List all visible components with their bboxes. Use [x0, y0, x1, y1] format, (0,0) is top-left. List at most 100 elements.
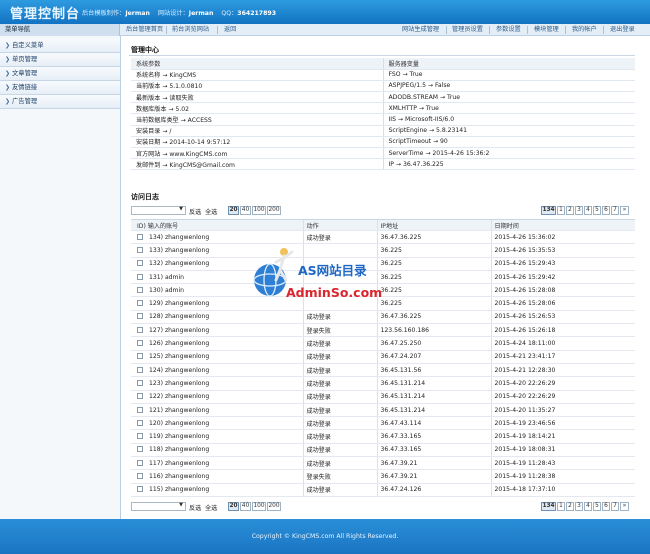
- nav-link-admin-settings[interactable]: 管理员设置: [452, 24, 483, 36]
- watermark-text-top: AS网站目录: [298, 263, 367, 278]
- row-checkbox[interactable]: [137, 246, 143, 253]
- row-checkbox[interactable]: [137, 379, 143, 386]
- sidebar-item-ads[interactable]: ❯ 广告管理: [0, 95, 120, 109]
- page-button[interactable]: 2: [566, 206, 574, 215]
- page-button[interactable]: 6: [602, 206, 610, 215]
- row-checkbox[interactable]: [137, 446, 143, 453]
- batch-action-select[interactable]: ▼: [131, 206, 186, 215]
- table-row: 115) zhangwenlong 成功登录 36.47.24.126 2015-4-…: [131, 483, 635, 497]
- page-size-button[interactable]: 40: [240, 502, 251, 511]
- sidebar-item-custom-menu[interactable]: ❯ 自定义菜单: [0, 39, 120, 53]
- table-row: 123) zhangwenlong 成功登录 36.45.131.214 2015-4…: [131, 376, 635, 391]
- row-checkbox[interactable]: [137, 353, 143, 360]
- sidebar-item-links[interactable]: ❯ 友情链接: [0, 81, 120, 95]
- page-button[interactable]: 4: [584, 502, 592, 511]
- row-checkbox[interactable]: [137, 233, 143, 240]
- log-account: 117) zhangwenlong: [149, 459, 210, 467]
- dropdown-arrow-icon: ▼: [179, 206, 183, 212]
- log-account: 134) zhangwenlong: [149, 233, 210, 241]
- page-size-button[interactable]: 100: [252, 502, 266, 511]
- nav-link-logout[interactable]: 退出登录: [610, 24, 635, 36]
- page-button[interactable]: 3: [575, 502, 583, 511]
- table-row: 125) zhangwenlong 成功登录 36.47.24.207 2015-4-…: [131, 350, 635, 364]
- table-row: 121) zhangwenlong 成功登录 36.45.131.214 2015-4…: [131, 403, 635, 418]
- nav-link-parameters[interactable]: 参数设置: [496, 24, 521, 36]
- select-all-link[interactable]: 全选: [205, 207, 217, 216]
- nav-link-browse-site[interactable]: 前台浏览网站: [172, 24, 209, 36]
- chevron-right-icon: ❯: [5, 42, 11, 49]
- row-checkbox[interactable]: [137, 406, 143, 413]
- next-page-button[interactable]: »: [620, 502, 629, 511]
- page-button[interactable]: 7: [611, 502, 619, 511]
- chevron-right-icon: ❯: [5, 84, 11, 91]
- row-checkbox[interactable]: [137, 366, 143, 373]
- nav-link-admin-home[interactable]: 后台管理首页: [126, 24, 163, 36]
- log-action: 成功登录: [302, 363, 377, 378]
- next-page-button[interactable]: »: [620, 206, 629, 215]
- row-checkbox[interactable]: [137, 340, 143, 347]
- log-action: 成功登录: [302, 390, 377, 404]
- table-header-row: ID) 输入的账号 动作 IP地址 日期时间: [131, 219, 635, 231]
- page-size-button[interactable]: 100: [252, 206, 266, 215]
- page-size-button[interactable]: 20: [228, 502, 239, 511]
- sidebar-item-pages[interactable]: ❯ 单页管理: [0, 53, 120, 67]
- page-button[interactable]: 7: [611, 206, 619, 215]
- nav-link-my-account[interactable]: 我的帐户: [572, 24, 597, 36]
- server-var: FSO → True: [382, 69, 635, 81]
- row-checkbox[interactable]: [137, 260, 143, 267]
- log-ip: 36.45.131.56: [376, 363, 491, 378]
- nav-link-back[interactable]: 返回: [224, 24, 236, 36]
- log-ip: 36.45.131.214: [376, 376, 491, 391]
- row-checkbox[interactable]: [137, 486, 143, 493]
- table-row: 119) zhangwenlong 成功登录 36.47.33.165 2015-4-…: [131, 429, 635, 444]
- page-button[interactable]: 6: [602, 502, 610, 511]
- page-size-button[interactable]: 20: [228, 206, 239, 215]
- log-datetime: 2015-4-18 17:37:10: [490, 483, 635, 497]
- batch-action-select[interactable]: ▼: [131, 502, 186, 511]
- row-checkbox[interactable]: [137, 433, 143, 440]
- row-checkbox[interactable]: [137, 300, 143, 307]
- page-button[interactable]: 4: [584, 206, 592, 215]
- row-checkbox[interactable]: [137, 273, 143, 280]
- copyright-text: Copyright © KingCMS.com All Rights Reser…: [251, 533, 399, 540]
- chevron-right-icon: ❯: [5, 70, 11, 77]
- log-datetime: 2015-4-20 22:26:29: [490, 390, 635, 404]
- page-button[interactable]: 3: [575, 206, 583, 215]
- row-checkbox[interactable]: [137, 472, 143, 479]
- page-button[interactable]: 2: [566, 502, 574, 511]
- invert-selection-link[interactable]: 反选: [189, 503, 201, 512]
- select-all-link[interactable]: 全选: [205, 503, 217, 512]
- page-size-button[interactable]: 40: [240, 206, 251, 215]
- info-row: 官方网站 → www.KingCMS.com ServerTime → 2015-…: [131, 147, 635, 160]
- page-size-button[interactable]: 200: [267, 502, 281, 511]
- row-checkbox[interactable]: [137, 419, 143, 426]
- invert-selection-link[interactable]: 反选: [189, 207, 201, 216]
- column-header: IP地址: [376, 219, 491, 231]
- row-checkbox[interactable]: [137, 459, 143, 466]
- row-checkbox[interactable]: [137, 313, 143, 320]
- row-checkbox[interactable]: [137, 286, 143, 293]
- page-button[interactable]: 1: [557, 502, 565, 511]
- top-header: 管理控制台 后台模板制作：Jerman 网站设计：Jerman QQ：36421…: [0, 0, 650, 24]
- page-size-button[interactable]: 200: [267, 206, 281, 215]
- watermark-text-bottom: AdminSo.com: [286, 285, 383, 300]
- page-button[interactable]: 5: [593, 206, 601, 215]
- row-checkbox[interactable]: [137, 326, 143, 333]
- table-row: 134) zhangwenlong 成功登录 36.47.36.225 2015-4-…: [131, 230, 635, 245]
- log-account: 127) zhangwenlong: [149, 326, 210, 334]
- sidebar-item-articles[interactable]: ❯ 文章管理: [0, 67, 120, 81]
- system-param: 当前数据库类型 → ACCESS: [131, 113, 383, 126]
- page-button[interactable]: 5: [593, 502, 601, 511]
- sidebar-item-label: 友情链接: [12, 84, 38, 91]
- nav-link-site-generation[interactable]: 网站生成管理: [402, 24, 439, 36]
- app-title: 管理控制台: [10, 7, 81, 22]
- nav-link-modules[interactable]: 模块管理: [534, 24, 559, 36]
- log-ip: 36.47.36.225: [376, 310, 491, 325]
- log-account: 123) zhangwenlong: [149, 379, 210, 387]
- log-action: 登录失败: [302, 323, 377, 338]
- row-checkbox[interactable]: [137, 393, 143, 400]
- log-action: 成功登录: [302, 483, 377, 497]
- nav-divider: [603, 26, 604, 34]
- page-button[interactable]: 1: [557, 206, 565, 215]
- log-datetime: 2015-4-26 15:29:42: [490, 270, 635, 285]
